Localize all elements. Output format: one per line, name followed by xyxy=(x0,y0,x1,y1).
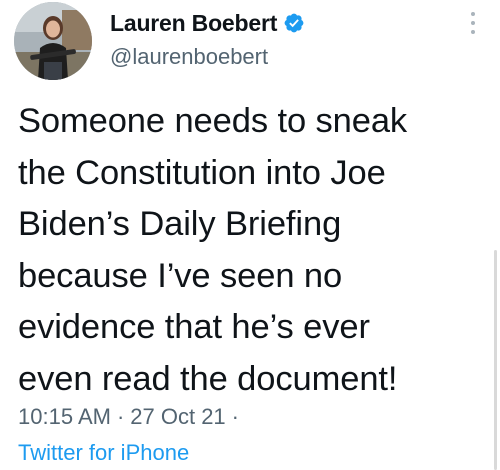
meta-separator: · xyxy=(231,404,239,429)
tweet-text-line: evidence that he’s ever xyxy=(18,308,370,346)
author-name-row[interactable]: Lauren Boebert xyxy=(110,8,305,38)
tweet-meta: 10:15 AM · 27 Oct 21 · xyxy=(18,404,245,430)
tweet-text-line: the Constitution into Joe xyxy=(18,153,386,192)
tweet-text-line: even read the document! xyxy=(18,359,398,398)
tweet-time[interactable]: 10:15 AM xyxy=(18,404,111,429)
avatar[interactable] xyxy=(14,2,92,80)
tweet-text: Someone needs to sneak the Constitution … xyxy=(18,96,483,405)
scrollbar[interactable] xyxy=(494,250,497,470)
display-name[interactable]: Lauren Boebert xyxy=(110,10,277,37)
more-options-icon[interactable] xyxy=(468,12,478,40)
author-handle[interactable]: @laurenboebert xyxy=(110,44,268,70)
verified-badge-icon xyxy=(283,12,305,34)
avatar-image xyxy=(14,2,92,80)
tweet-text-line: because I’ve seen no xyxy=(18,256,343,295)
tweet-text-line: Someone needs to sneak xyxy=(18,102,408,140)
tweet-date[interactable]: 27 Oct 21 xyxy=(130,404,225,429)
tweet-source-link[interactable]: Twitter for iPhone xyxy=(18,440,189,466)
tweet-card: Lauren Boebert @laurenboebert Someone ne… xyxy=(0,0,500,470)
tweet-text-line: Biden’s Daily Briefing xyxy=(18,205,342,243)
meta-separator: · xyxy=(116,404,125,429)
